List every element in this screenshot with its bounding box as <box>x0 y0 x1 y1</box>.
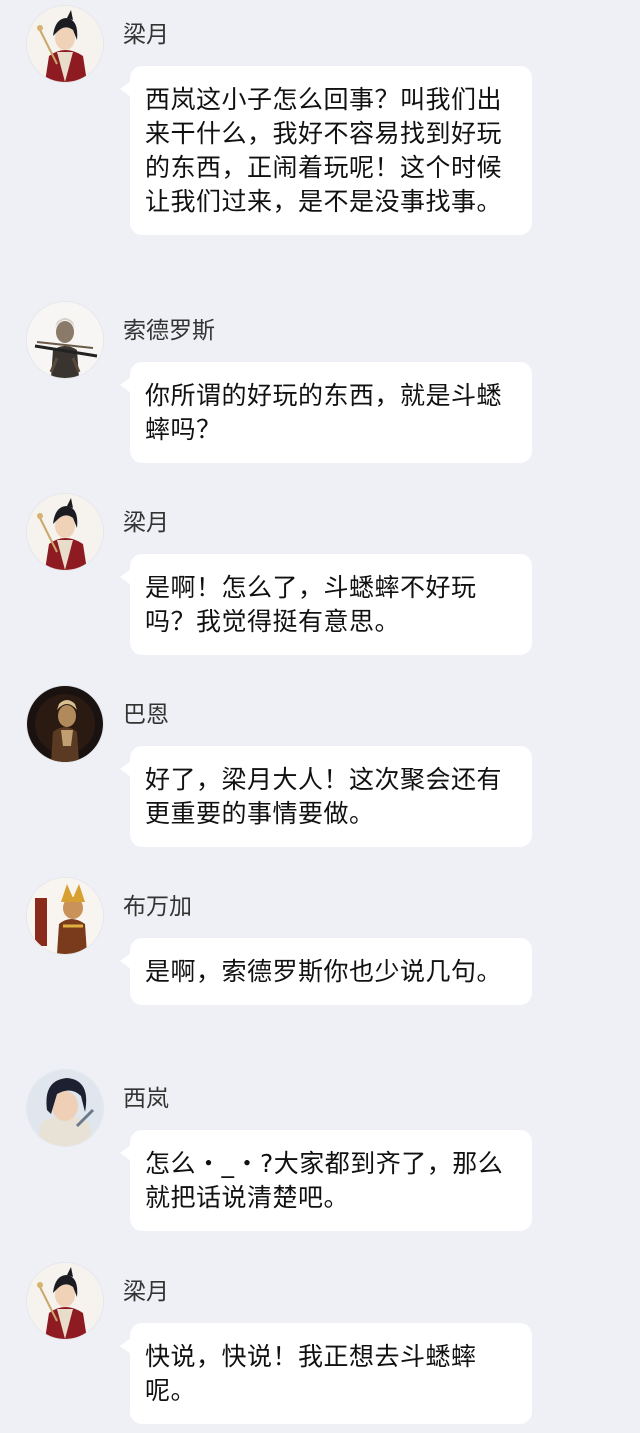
message-bubble[interactable]: 快说，快说！我正想去斗蟋蟀呢。 <box>120 1323 532 1424</box>
lingyue-avatar-icon[interactable] <box>27 6 103 82</box>
baen-avatar-icon[interactable] <box>27 686 103 762</box>
sender-name: 梁月 <box>123 22 169 48</box>
lingyue-avatar-icon[interactable] <box>27 1263 103 1339</box>
message-bubble[interactable]: 是啊！怎么了，斗蟋蟀不好玩吗？我觉得挺有意思。 <box>120 554 532 655</box>
message-bubble[interactable]: 是啊，索德罗斯你也少说几句。 <box>120 938 532 1005</box>
sender-name: 布万加 <box>123 894 192 920</box>
xilan-avatar-icon[interactable] <box>27 1070 103 1146</box>
sender-name: 巴恩 <box>123 702 169 728</box>
buwanjia-avatar-icon[interactable] <box>27 878 103 954</box>
message-bubble[interactable]: 怎么・_・?大家都到齐了，那么就把话说清楚吧。 <box>120 1130 532 1231</box>
suoderosi-avatar-icon[interactable] <box>27 302 103 378</box>
sender-name: 索德罗斯 <box>123 318 215 344</box>
sender-name: 梁月 <box>123 510 169 536</box>
sender-name: 梁月 <box>123 1279 169 1305</box>
message-bubble[interactable]: 西岚这小子怎么回事？叫我们出来干什么，我好不容易找到好玩的东西，正闹着玩呢！这个… <box>120 66 532 235</box>
message-bubble[interactable]: 好了，梁月大人！这次聚会还有更重要的事情要做。 <box>120 746 532 847</box>
chat-thread: 梁月 西岚这小子怎么回事？叫我们出来干什么，我好不容易找到好玩的东西，正闹着玩呢… <box>0 0 640 1433</box>
sender-name: 西岚 <box>123 1086 169 1112</box>
lingyue-avatar-icon[interactable] <box>27 494 103 570</box>
message-bubble[interactable]: 你所谓的好玩的东西，就是斗蟋蟀吗？ <box>120 362 532 463</box>
